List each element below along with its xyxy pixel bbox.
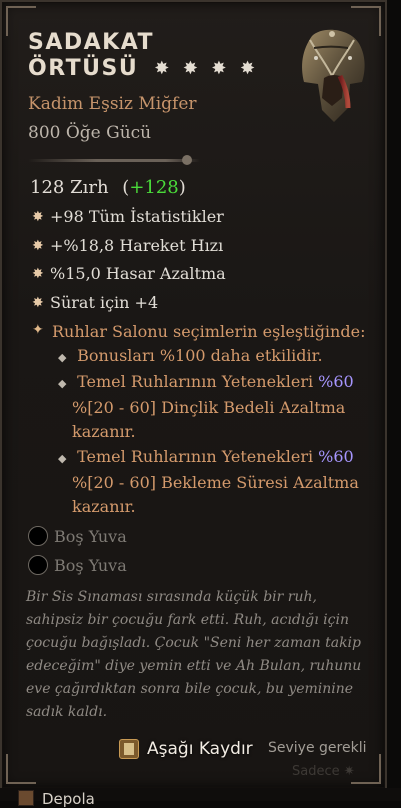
star-icon: ✸ bbox=[154, 58, 171, 79]
stat-text: Sürat için +4 bbox=[50, 293, 159, 312]
aspect-sub-text: Bonusları %100 daha etkilidir. bbox=[77, 346, 323, 365]
stat-line: ✸ %15,0 Hasar Azaltma bbox=[32, 264, 226, 283]
aspect-sub-line3: kazanır. bbox=[72, 497, 136, 516]
level-requirement: Seviye gerekli bbox=[268, 740, 367, 756]
empty-socket: Boş Yuva bbox=[28, 555, 127, 575]
flavor-text: Bir Sis Sınaması sırasında küçük bir ruh… bbox=[26, 589, 362, 720]
item-stars: ✸ ✸ ✸ ✸ bbox=[154, 60, 256, 78]
empty-socket: Boş Yuva bbox=[28, 526, 127, 546]
diamond-icon: ◆ bbox=[58, 452, 67, 465]
socket-label: Boş Yuva bbox=[54, 555, 127, 575]
item-title-line1: SADAKAT bbox=[28, 30, 155, 55]
tooltip-corner-br bbox=[351, 754, 381, 784]
socket-label: Boş Yuva bbox=[54, 526, 127, 546]
class-icon: ✷ bbox=[343, 764, 355, 779]
aspect-sub-line3: kazanır. bbox=[72, 422, 136, 441]
divider-line bbox=[28, 159, 200, 162]
stat-bullet-icon: ✸ bbox=[32, 294, 44, 311]
armor-base: 128 Zırh bbox=[30, 177, 109, 198]
diamond-icon: ◆ bbox=[58, 351, 67, 364]
armor-bonus: +128 bbox=[129, 177, 179, 198]
star-icon: ✸ bbox=[240, 58, 257, 79]
depot-bar[interactable]: Depola bbox=[0, 788, 401, 808]
stat-text: %15,0 Hasar Azaltma bbox=[50, 264, 226, 283]
tooltip-corner-bl bbox=[6, 754, 36, 784]
scroll-down-button[interactable]: Aşağı Kaydır bbox=[119, 739, 253, 759]
star-icon: ✸ bbox=[182, 58, 200, 79]
star-icon: ✸ bbox=[211, 58, 229, 79]
aspect-sub-line1: ◆ Temel Ruhlarının Yetenekleri %60 bbox=[58, 370, 354, 396]
item-power: 800 Öğe Gücü bbox=[28, 123, 152, 143]
item-tooltip: SADAKAT ÖRTÜSÜ ✸ ✸ ✸ ✸ Kadim Eşsiz Miğfe… bbox=[0, 0, 387, 790]
scroll-icon bbox=[119, 739, 139, 759]
item-title-line2: ÖRTÜSÜ ✸ ✸ ✸ ✸ bbox=[28, 56, 257, 82]
aspect-sub-line1: ◆ Temel Ruhlarının Yetenekleri %60 bbox=[58, 445, 359, 471]
class-requirement: Sadece ✷ bbox=[292, 764, 355, 779]
stat-text: +%18,8 Hareket Hızı bbox=[50, 236, 224, 255]
stat-bullet-icon: ✸ bbox=[32, 265, 44, 282]
stat-line: ✸ +98 Tüm İstatistikler bbox=[32, 207, 224, 226]
stat-line: ✸ Sürat için +4 bbox=[32, 293, 158, 312]
aspect-bullet-icon: ✦ bbox=[32, 322, 44, 338]
aspect-sub-text: Temel Ruhlarının Yetenekleri bbox=[77, 372, 319, 391]
divider-dot-icon bbox=[182, 155, 192, 165]
helmet-icon bbox=[302, 29, 365, 122]
stat-bullet-icon: ✸ bbox=[32, 237, 44, 254]
depot-label: Depola bbox=[42, 790, 95, 808]
depot-icon bbox=[18, 790, 34, 806]
item-title-line2-text: ÖRTÜSÜ bbox=[28, 56, 139, 81]
stat-text: +98 Tüm İstatistikler bbox=[50, 207, 224, 226]
item-type: Kadim Eşsiz Miğfer bbox=[28, 94, 197, 114]
item-title: SADAKAT ÖRTÜSÜ ✸ ✸ ✸ ✸ bbox=[28, 30, 257, 82]
scroll-label: Aşağı Kaydır bbox=[147, 739, 253, 759]
aspect-sub-pct: %60 bbox=[318, 447, 354, 466]
aspect-text: Ruhlar Salonu seçimlerin eşleştiğinde: bbox=[52, 322, 366, 341]
aspect-header: ✦ Ruhlar Salonu seçimlerin eşleştiğinde: bbox=[32, 322, 365, 341]
aspect-sub-pct: %60 bbox=[318, 372, 354, 391]
aspect-sub-line2: %[20 - 60] Dinçlik Bedeli Azaltma bbox=[72, 398, 346, 417]
aspect-sub-2: ◆ Temel Ruhlarının Yetenekleri %60 %[20 … bbox=[58, 370, 354, 444]
armor-bonus-close: ) bbox=[178, 177, 186, 198]
aspect-sub-1: ◆ Bonusları %100 daha etkilidir. bbox=[58, 344, 323, 370]
armor-line: 128 Zırh (+128) bbox=[30, 177, 186, 198]
aspect-sub-text: Temel Ruhlarının Yetenekleri bbox=[77, 447, 319, 466]
socket-icon bbox=[28, 526, 48, 546]
stat-line: ✸ +%18,8 Hareket Hızı bbox=[32, 236, 223, 255]
class-requirement-text: Sadece bbox=[292, 764, 340, 779]
aspect-sub-line2: %[20 - 60] Bekleme Süresi Azaltma bbox=[72, 473, 359, 492]
stat-bullet-icon: ✸ bbox=[32, 208, 44, 225]
diamond-icon: ◆ bbox=[58, 377, 67, 390]
socket-icon bbox=[28, 555, 48, 575]
aspect-sub-3: ◆ Temel Ruhlarının Yetenekleri %60 %[20 … bbox=[58, 445, 359, 519]
